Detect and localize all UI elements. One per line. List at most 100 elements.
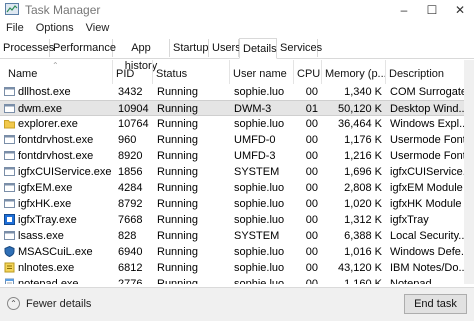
cell-user-name: sophie.luo (234, 86, 285, 98)
vertical-scrollbar[interactable] (464, 60, 474, 284)
cell-pid: 960 (118, 134, 137, 146)
cell-description: Desktop Wind... (390, 103, 466, 115)
cell-user-name: sophie.luo (234, 182, 285, 194)
cell-cpu: 00 (305, 166, 318, 178)
cell-pid: 828 (118, 230, 137, 242)
cell-pid: 10904 (118, 103, 149, 115)
cell-status: Running (157, 166, 198, 178)
cell-memory: 2,808 K (344, 182, 382, 194)
cell-user-name: sophie.luo (234, 118, 285, 130)
table-row[interactable]: notepad.exe 2776 Running sophie.luo 00 1,160 … (0, 276, 474, 284)
cell-cpu: 00 (305, 150, 318, 162)
cell-cpu: 00 (305, 230, 318, 242)
cell-description: Usermode Font... (390, 150, 466, 162)
column-header-pid[interactable]: PID (113, 60, 153, 84)
cell-status: Running (157, 118, 198, 130)
tab-details[interactable]: Details (239, 38, 277, 59)
cell-memory: 1,696 K (344, 166, 382, 178)
cell-name: dwm.exe (18, 103, 63, 115)
cell-name: igfxTray.exe (18, 214, 77, 226)
cell-name: fontdrvhost.exe (18, 134, 94, 146)
table-row[interactable]: igfxCUIService.exe 1856 Running SYSTEM 00 1,6… (0, 164, 474, 180)
cell-description: Windows Expl... (390, 118, 466, 130)
cell-status: Running (157, 214, 198, 226)
table-row[interactable]: igfxEM.exe 4284 Running sophie.luo 00 2,808 K… (0, 180, 474, 196)
cell-pid: 6940 (118, 246, 143, 258)
tab-startup[interactable]: Startup (170, 39, 209, 57)
window-title: Task Manager (25, 3, 101, 17)
tab-performance[interactable]: Performance (50, 39, 116, 57)
cell-status: Running (157, 230, 198, 242)
cell-memory: 1,016 K (344, 246, 382, 258)
table-row[interactable]: lsass.exe 828 Running SYSTEM 00 6,388 K Local … (0, 228, 474, 244)
cell-pid: 4284 (118, 182, 143, 194)
fewer-details-button[interactable]: ⌃ Fewer details (7, 297, 91, 310)
column-header-description[interactable]: Description (386, 60, 464, 84)
cell-status: Running (157, 262, 198, 274)
table-row[interactable]: nlnotes.exe 6812 Running sophie.luo 00 43,120… (0, 260, 474, 276)
cell-pid: 7668 (118, 214, 143, 226)
cell-status: Running (157, 198, 198, 210)
table-row[interactable]: explorer.exe 10764 Running sophie.luo 00 36,4… (0, 116, 474, 132)
tab-app-history[interactable]: App history (113, 39, 170, 72)
column-header-user-name[interactable]: User name (230, 60, 294, 84)
cell-status: Running (157, 150, 198, 162)
cell-name: nlnotes.exe (18, 262, 75, 274)
cell-description: igfxEM Module (390, 182, 463, 194)
end-task-button[interactable]: End task (404, 294, 467, 314)
cell-name: lsass.exe (18, 230, 64, 242)
cell-description: Usermode Font... (390, 134, 466, 146)
tab-processes[interactable]: Processes (0, 39, 54, 57)
column-header-name[interactable]: Name (0, 60, 113, 84)
cell-pid: 6812 (118, 262, 143, 274)
cell-cpu: 00 (305, 262, 318, 274)
cell-description: COM Surrogate (390, 86, 466, 98)
cell-cpu: 00 (305, 278, 318, 284)
cell-cpu: 00 (305, 118, 318, 130)
tab-services[interactable]: Services (277, 39, 322, 57)
cell-user-name: SYSTEM (234, 230, 280, 242)
cell-description: igfxTray (390, 214, 429, 226)
cell-description: IBM Notes/Do... (390, 262, 466, 274)
cell-pid: 3432 (118, 86, 143, 98)
cell-user-name: sophie.luo (234, 214, 285, 226)
cell-user-name: sophie.luo (234, 246, 285, 258)
column-header-memory[interactable]: Memory (p... (322, 60, 386, 84)
cell-user-name: SYSTEM (234, 166, 280, 178)
cell-name: fontdrvhost.exe (18, 150, 94, 162)
menu-options[interactable]: Options (30, 20, 80, 36)
table-row[interactable]: fontdrvhost.exe 960 Running UMFD-0 00 1,176 K… (0, 132, 474, 148)
cell-status: Running (157, 134, 198, 146)
menu-view[interactable]: View (80, 20, 116, 36)
column-header-cpu[interactable]: CPU (294, 60, 322, 84)
cell-description: igfxCUIService... (390, 166, 466, 178)
cell-cpu: 00 (305, 134, 318, 146)
cell-cpu: 00 (305, 246, 318, 258)
menu-file[interactable]: File (0, 20, 30, 36)
table-row[interactable]: igfxHK.exe 8792 Running sophie.luo 00 1,020 K… (0, 196, 474, 212)
cell-name: igfxHK.exe (18, 198, 72, 210)
cell-cpu: 00 (305, 86, 318, 98)
minimize-button[interactable]: – (390, 0, 418, 20)
close-button[interactable]: ✕ (446, 0, 474, 20)
tab-users[interactable]: Users (209, 39, 241, 57)
column-header-status[interactable]: Status (153, 60, 230, 84)
cell-memory: 1,340 K (344, 86, 382, 98)
cell-memory: 1,216 K (344, 150, 382, 162)
cell-name: notepad.exe (18, 278, 79, 284)
cell-description: Windows Defe... (390, 246, 466, 258)
cell-pid: 10764 (118, 118, 149, 130)
cell-pid: 8920 (118, 150, 143, 162)
cell-pid: 2776 (118, 278, 143, 284)
details-table: ⌃ Name PID Status User name CPU Memory (… (0, 60, 474, 284)
maximize-button[interactable]: ☐ (418, 0, 446, 20)
table-row[interactable]: MSASCuiL.exe 6940 Running sophie.luo 00 1,016… (0, 244, 474, 260)
cell-cpu: 00 (305, 182, 318, 194)
table-row[interactable]: igfxTray.exe 7668 Running sophie.luo 00 1,312… (0, 212, 474, 228)
table-row[interactable]: dllhost.exe 3432 Running sophie.luo 00 1,340 … (0, 84, 474, 100)
table-row-selected[interactable]: dwm.exe 10904 Running DWM-3 01 50,120 K Deskto… (0, 100, 474, 116)
table-row[interactable]: fontdrvhost.exe 8920 Running UMFD-3 00 1,216 … (0, 148, 474, 164)
cell-memory: 6,388 K (344, 230, 382, 242)
task-manager-icon (5, 3, 19, 15)
cell-memory: 50,120 K (337, 103, 382, 115)
